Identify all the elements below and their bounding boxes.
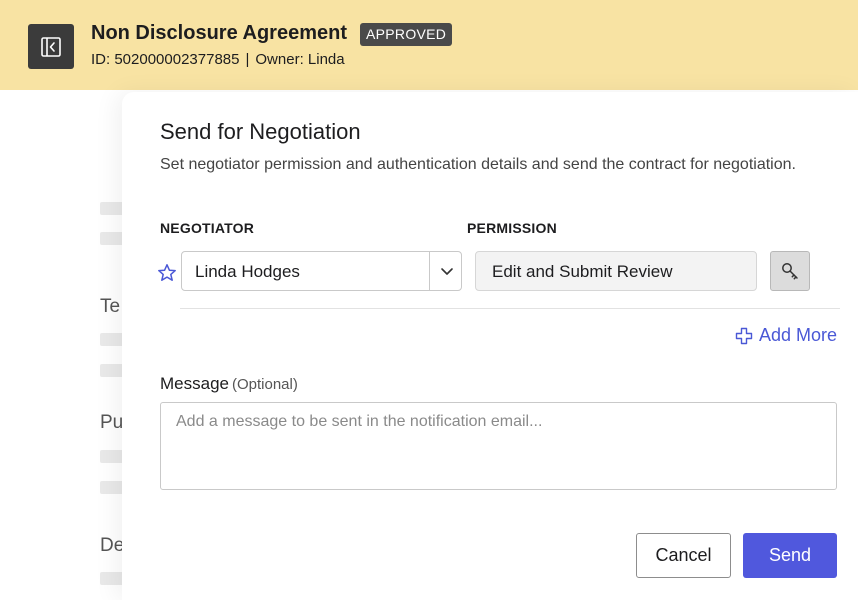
add-more-link[interactable]: Add More bbox=[735, 325, 837, 346]
background-label: De bbox=[100, 535, 125, 556]
plus-icon bbox=[735, 327, 753, 344]
cancel-button[interactable]: Cancel bbox=[636, 533, 731, 578]
send-button[interactable]: Send bbox=[743, 533, 837, 578]
negotiator-column-label: NEGOTIATOR bbox=[160, 220, 255, 236]
negotiator-value: Linda Hodges bbox=[195, 262, 300, 281]
collapse-left-icon bbox=[41, 36, 61, 57]
document-id: ID: 502000002377885 bbox=[91, 51, 240, 68]
star-icon[interactable] bbox=[157, 263, 177, 283]
message-label: Message (Optional) bbox=[160, 374, 298, 394]
document-title: Non Disclosure Agreement bbox=[91, 22, 347, 44]
permission-field[interactable]: Edit and Submit Review bbox=[475, 251, 757, 291]
message-label-text: Message bbox=[160, 374, 229, 393]
add-more-label: Add More bbox=[759, 325, 838, 345]
panel-description: Set negotiator permission and authentica… bbox=[160, 156, 796, 173]
negotiator-select[interactable]: Linda Hodges bbox=[181, 251, 462, 291]
document-owner: Owner: Linda bbox=[255, 51, 345, 68]
chevron-down-icon[interactable] bbox=[438, 262, 456, 280]
meta-separator: | bbox=[245, 51, 250, 68]
select-divider bbox=[429, 252, 430, 290]
message-optional-label: (Optional) bbox=[231, 376, 298, 393]
authentication-key-button[interactable] bbox=[770, 251, 810, 291]
message-textarea[interactable] bbox=[160, 402, 837, 490]
status-badge: APPROVED bbox=[360, 23, 453, 46]
document-meta: ID: 502000002377885 | Owner: Linda bbox=[91, 51, 345, 68]
panel-title: Send for Negotiation bbox=[160, 119, 361, 144]
background-label: Te bbox=[100, 296, 121, 317]
permission-column-label: PERMISSION bbox=[467, 220, 557, 236]
send-for-negotiation-panel: Send for Negotiation Set negotiator perm… bbox=[122, 92, 858, 600]
permission-value: Edit and Submit Review bbox=[492, 262, 673, 281]
collapse-panel-button[interactable] bbox=[28, 24, 74, 69]
key-icon bbox=[782, 263, 798, 280]
background-label: Pu bbox=[100, 412, 124, 433]
contract-header: Non Disclosure Agreement APPROVED ID: 50… bbox=[0, 0, 858, 90]
row-divider bbox=[180, 308, 840, 309]
